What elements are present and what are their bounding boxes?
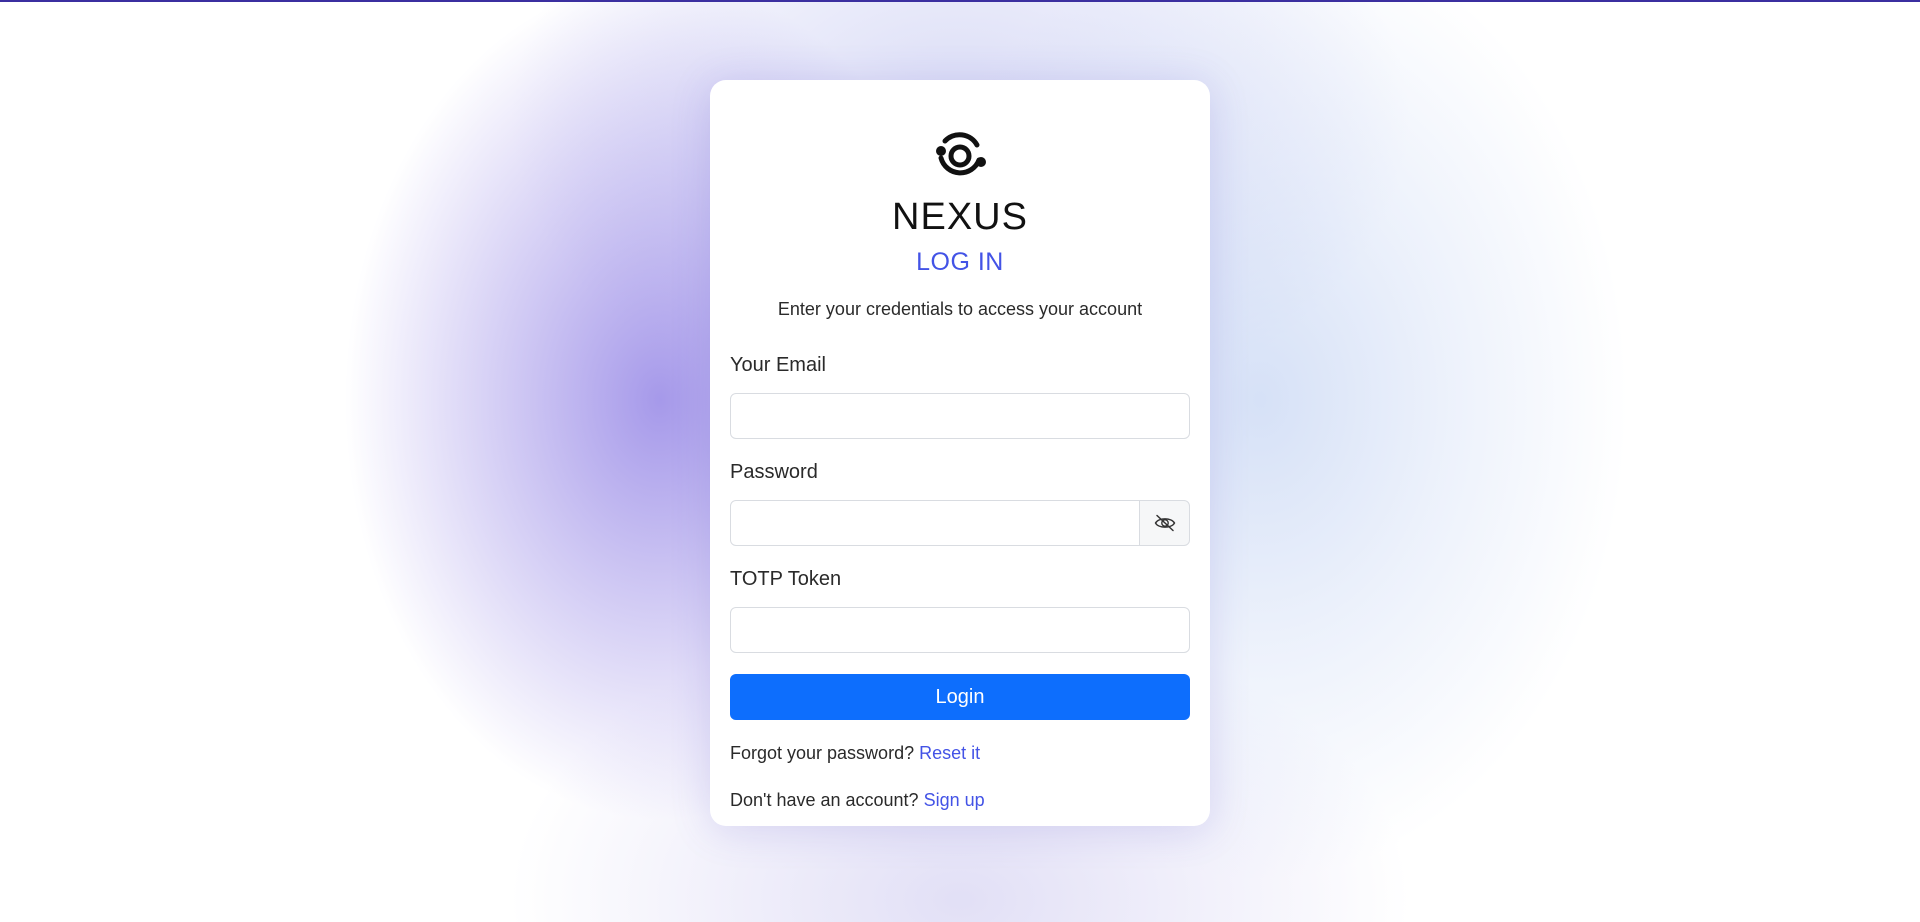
totp-field[interactable] bbox=[730, 607, 1190, 653]
password-field[interactable] bbox=[730, 500, 1140, 546]
signup-row: Don't have an account? Sign up bbox=[730, 790, 985, 811]
brand-title: NEXUS bbox=[892, 196, 1028, 238]
email-label: Your Email bbox=[730, 354, 826, 376]
login-card: NEXUS LOG IN Enter your credentials to a… bbox=[710, 80, 1210, 826]
reset-password-link[interactable]: Reset it bbox=[919, 743, 980, 763]
page-description: Enter your credentials to access your ac… bbox=[777, 299, 1143, 319]
forgot-password-row: Forgot your password? Reset it bbox=[730, 743, 980, 764]
page-subtitle: LOG IN bbox=[916, 248, 1004, 276]
email-field[interactable] bbox=[730, 393, 1190, 439]
password-label: Password bbox=[730, 461, 818, 483]
password-visibility-toggle[interactable] bbox=[1139, 500, 1190, 546]
nexus-logo-icon bbox=[936, 132, 986, 176]
forgot-password-text: Forgot your password? bbox=[730, 743, 915, 763]
top-accent-line bbox=[0, 0, 1920, 2]
login-button[interactable]: Login bbox=[730, 674, 1190, 720]
signup-text: Don't have an account? bbox=[730, 790, 919, 810]
eye-slash-icon bbox=[1154, 514, 1175, 532]
password-group bbox=[730, 500, 1190, 546]
totp-label: TOTP Token bbox=[730, 568, 842, 590]
signup-link[interactable]: Sign up bbox=[924, 790, 985, 810]
